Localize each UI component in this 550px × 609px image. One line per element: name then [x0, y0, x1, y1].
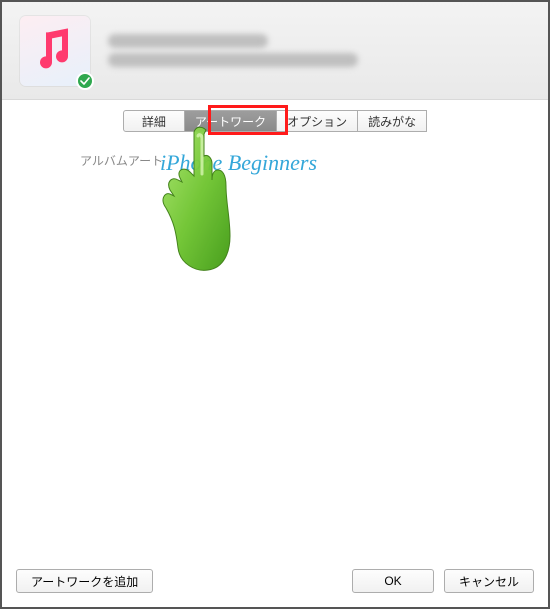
dialog-confirm-buttons: OK キャンセル: [352, 569, 534, 593]
tab-bar: 詳細 アートワーク オプション 読みがな: [2, 110, 548, 132]
track-metadata: [108, 29, 358, 72]
tab-artwork[interactable]: アートワーク: [184, 110, 277, 132]
album-artwork-thumbnail: [20, 16, 90, 86]
music-note-icon: [36, 28, 74, 70]
header: [2, 2, 548, 100]
track-title-blurred: [108, 34, 268, 48]
check-badge-icon: [76, 72, 94, 90]
dialog-button-bar: アートワークを追加 OK キャンセル: [2, 559, 548, 607]
tab-details[interactable]: 詳細: [123, 110, 185, 132]
tab-options[interactable]: オプション: [276, 110, 358, 132]
ok-button[interactable]: OK: [352, 569, 434, 593]
tab-pronunciation[interactable]: 読みがな: [357, 110, 427, 132]
artwork-panel: アルバムアート iPhone Beginners: [2, 132, 548, 183]
watermark-text: iPhone Beginners: [160, 150, 317, 176]
cancel-button[interactable]: キャンセル: [444, 569, 534, 593]
track-subtitle-blurred: [108, 53, 358, 67]
add-artwork-button[interactable]: アートワークを追加: [16, 569, 153, 593]
